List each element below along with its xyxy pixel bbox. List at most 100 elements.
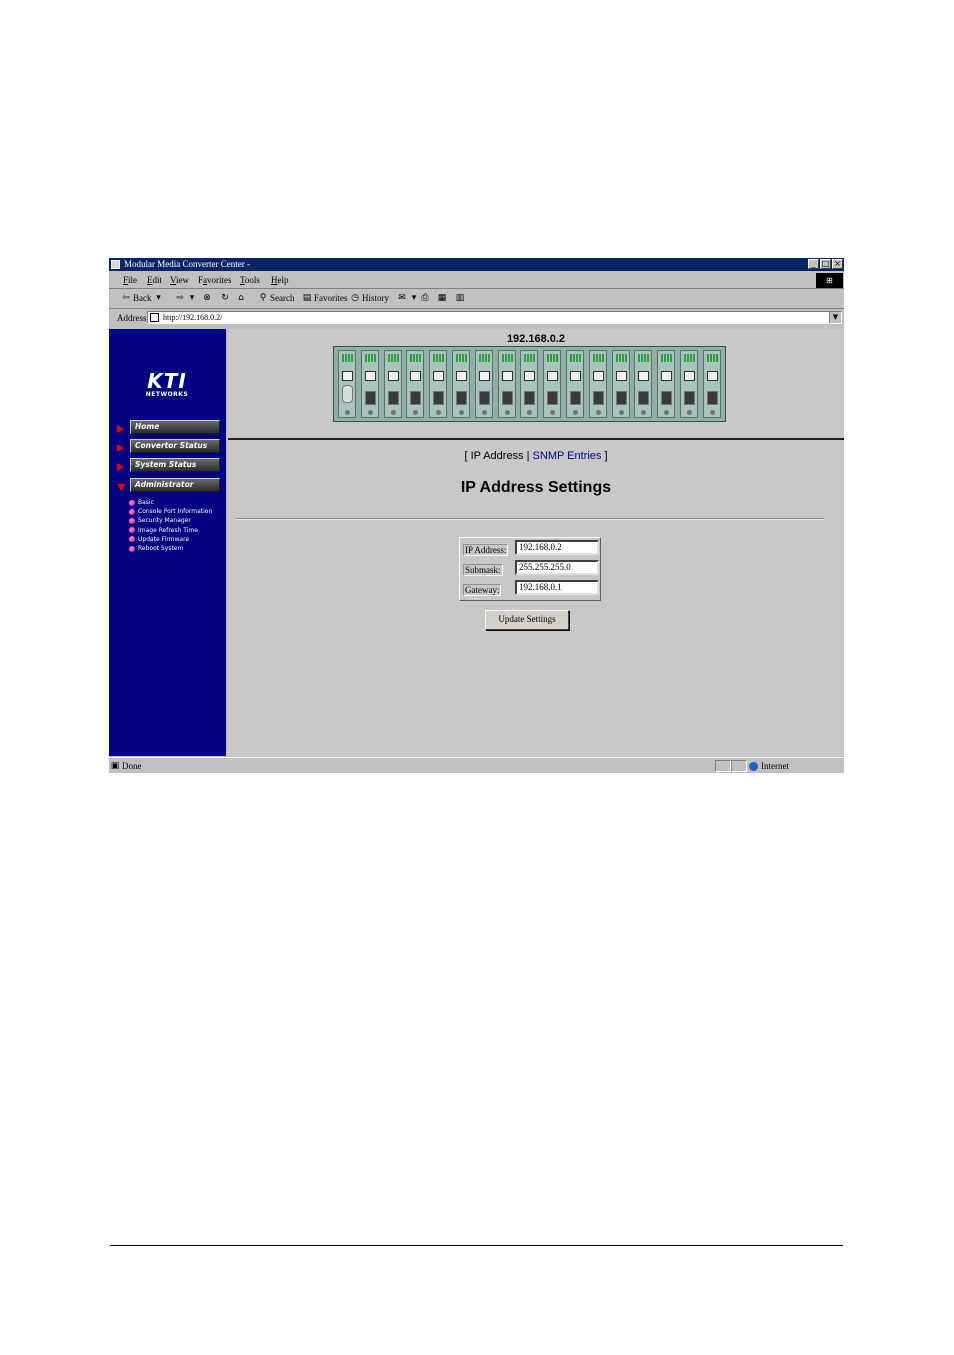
print-button[interactable]: ⎙ [420,293,430,303]
history-button[interactable]: ◷ History [350,293,389,303]
page-footer-rule [110,1245,843,1246]
slot-rj [706,371,718,381]
bullet-icon [129,517,135,524]
update-settings-button[interactable]: Update Settings [485,610,569,630]
slot-scr [367,410,373,415]
menu-view[interactable]: View [170,275,189,285]
management-card [338,350,356,418]
link-ip-address[interactable]: IP Address [471,450,524,462]
converter-slot [429,350,448,418]
mail-icon: ✉ [398,293,406,303]
nav-administrator[interactable]: Administrator [117,478,220,492]
address-dropdown-icon[interactable]: ▼ [829,312,841,323]
arrow-down-icon [117,484,125,491]
arrow-right-icon [117,463,124,471]
slot-led [524,354,536,362]
admin-submenu: Basic Console Port Information Security … [129,498,212,553]
gateway-label: Gateway: [463,584,502,596]
nav-convertor-status[interactable]: Convertor Status [117,439,220,453]
converter-slot [406,350,425,418]
menu-file[interactable]: File [123,275,137,285]
submenu-security-manager[interactable]: Security Manager [129,516,212,525]
arrow-right-icon [117,425,124,433]
converter-slot [702,350,721,418]
divider [236,518,824,520]
submenu-reboot-system[interactable]: Reboot System [129,544,212,553]
bullet-icon [129,545,135,552]
stop-button[interactable]: ⊗ [202,293,212,303]
refresh-button[interactable]: ↻ [220,293,230,303]
device-frame: 192.168.0.2 [228,329,844,440]
favorites-button[interactable]: ▤ Favorites [302,293,348,303]
converter-slot [566,350,584,418]
edit-button[interactable]: ▦ [437,293,447,303]
slot-fib [433,391,445,405]
converter-slot [474,350,493,418]
mail-button[interactable]: ✉ ▾ [397,293,419,303]
chassis-image[interactable] [333,346,726,422]
slot-led [706,354,718,362]
menu-help[interactable]: Help [271,275,289,285]
minimize-button[interactable]: _ [808,259,819,269]
page-icon [150,313,159,322]
link-snmp-entries[interactable]: SNMP Entries [533,450,602,462]
address-input[interactable]: http://192.168.0.2/ ▼ [147,311,842,324]
slot-scr [595,410,601,415]
status-pane [715,760,731,772]
converter-slot [452,350,470,418]
page-done-icon: ▣ [110,761,120,771]
menu-tools[interactable]: Tools [240,275,260,285]
nav-system-status-button[interactable]: System Status [130,458,220,472]
back-button[interactable]: ⇦ Back ▾ [121,293,164,303]
slot-led [478,354,490,362]
slot-fib [684,391,695,405]
slot-fib [524,391,536,405]
device-ip-title: 192.168.0.2 [506,333,566,345]
slot-scr [618,410,624,415]
slot-rj [524,371,536,381]
title-bar[interactable]: Modular Media Converter Center - _ □ × [109,258,844,271]
gateway-input[interactable]: 192.168.0.1 [515,580,599,595]
nav-home[interactable]: Home [117,420,220,434]
nav-administrator-button[interactable]: Administrator [130,478,220,492]
menu-edit[interactable]: Edit [147,275,162,285]
nav-system-status[interactable]: System Status [117,458,220,472]
bullet-icon [129,536,135,543]
maximize-button[interactable]: □ [820,259,831,269]
submenu-console-port-information[interactable]: Console Port Information [129,507,212,516]
search-button[interactable]: ⚲ Search [258,293,295,303]
slot-fib [638,391,650,405]
submenu-image-refresh-time[interactable]: Image Refresh Time [129,526,212,535]
slot-fib [456,391,467,405]
forward-button[interactable]: ⇨ ▾ [175,293,197,303]
slot-scr [687,410,692,415]
ip-address-input[interactable]: 192.168.0.2 [515,540,599,555]
submenu-update-firmware[interactable]: Update Firmware [129,535,212,544]
status-zone: Internet [749,761,789,771]
slot-led [570,354,581,362]
converter-slot [497,350,516,418]
slot-led [684,354,695,362]
nav-home-button[interactable]: Home [130,420,220,434]
submask-input[interactable]: 255.255.255.0 [515,560,599,575]
dropdown-arrow-icon: ▾ [411,293,417,303]
nav-convertor-status-button[interactable]: Convertor Status [130,439,220,453]
converter-slot [360,350,379,418]
field-row-gateway: Gateway: 192.168.0.1 [462,579,599,597]
close-button[interactable]: × [832,259,843,269]
history-icon: ◷ [351,293,359,303]
slot-fib [501,391,513,405]
search-icon: ⚲ [259,293,267,303]
slot-scr [345,410,350,415]
slot-rj [684,371,695,381]
dropdown-arrow-icon: ▾ [189,293,195,303]
converter-slot [588,350,607,418]
home-button[interactable]: ⌂ [236,293,246,303]
menu-favorites[interactable]: Favorites [198,275,232,285]
discuss-button[interactable]: ▥ [455,293,465,303]
slot-led [387,354,399,362]
status-done: ▣ Done [110,761,142,771]
bullet-icon [129,499,135,506]
submenu-basic[interactable]: Basic [129,498,212,507]
slot-led [456,354,467,362]
